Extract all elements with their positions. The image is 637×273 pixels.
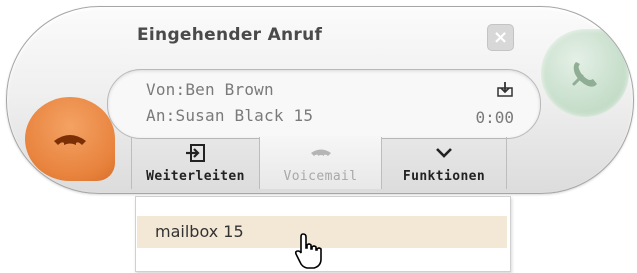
call-timer: 0:00 bbox=[475, 108, 514, 127]
caller-to: An:Susan Black 15 bbox=[146, 106, 314, 125]
window-title: Eingehender Anruf bbox=[137, 25, 323, 45]
voicemail-button: Voicemail bbox=[259, 137, 381, 189]
voicemail-label: Voicemail bbox=[283, 169, 358, 184]
phone-hangup-icon bbox=[54, 135, 86, 145]
functions-button[interactable]: Funktionen bbox=[381, 137, 507, 189]
close-icon: × bbox=[492, 27, 509, 48]
forward-icon bbox=[185, 144, 205, 162]
download-icon[interactable] bbox=[496, 80, 514, 98]
reject-call-button[interactable] bbox=[25, 97, 115, 181]
chevron-down-icon bbox=[436, 148, 452, 158]
close-button[interactable]: × bbox=[487, 24, 514, 51]
forward-label: Weiterleiten bbox=[146, 169, 245, 184]
accept-call-button[interactable] bbox=[541, 29, 629, 117]
phone-accept-icon bbox=[572, 62, 597, 87]
functions-label: Funktionen bbox=[402, 169, 486, 184]
caller-from: Von:Ben Brown bbox=[146, 80, 274, 99]
forward-button[interactable]: Weiterleiten bbox=[131, 137, 259, 189]
hand-pointer-icon bbox=[294, 233, 322, 269]
call-widget: Eingehender Anruf × Von:Ben Brown An:Sus… bbox=[6, 6, 634, 194]
call-toolbar: Weiterleiten Voicemail Funktionen bbox=[131, 137, 507, 189]
call-info-panel: Von:Ben Brown An:Susan Black 15 0:00 bbox=[107, 69, 541, 139]
voicemail-icon bbox=[310, 149, 331, 156]
